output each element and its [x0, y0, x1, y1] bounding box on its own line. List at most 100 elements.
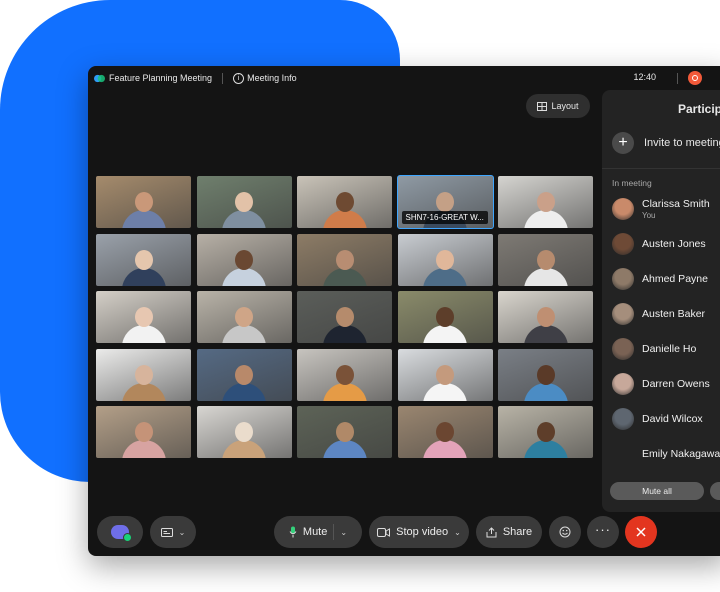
plus-icon: + [612, 132, 634, 154]
avatar [612, 373, 634, 395]
stop-video-label: Stop video [396, 526, 449, 538]
video-tile[interactable] [397, 348, 493, 401]
video-tile[interactable] [297, 176, 392, 228]
captions-icon [160, 527, 173, 537]
video-grid: SHN7-16-GREAT W... [96, 175, 593, 458]
participant-name: Emily Nakagawa [642, 448, 720, 460]
video-tile[interactable] [196, 348, 292, 401]
ai-assistant-button[interactable] [97, 516, 143, 548]
participant-head [536, 249, 555, 270]
participant-item[interactable]: Austen Jones [612, 233, 706, 255]
panel-title: Participants [678, 102, 720, 116]
layout-label: Layout [551, 101, 579, 111]
participant-item[interactable]: Emily Nakagawa [612, 443, 720, 465]
avatar [612, 268, 634, 290]
participant-text: Austen Jones [642, 238, 706, 250]
video-tile[interactable] [96, 176, 191, 228]
tile-name-label: SHN7-16-GREAT W... [401, 211, 488, 224]
participant-head [536, 307, 555, 327]
title-divider-right [677, 73, 678, 84]
video-tile[interactable] [397, 233, 493, 286]
share-button[interactable]: Share [476, 516, 542, 548]
mute-button[interactable]: Mute ⌄ [274, 516, 362, 548]
ai-assistant-icon [111, 525, 132, 542]
participant-head [134, 422, 153, 442]
participant-head [436, 364, 454, 385]
chevron-down-icon[interactable]: ⌄ [340, 528, 347, 537]
participant-name: David Wilcox [642, 413, 703, 425]
avatar [612, 338, 634, 360]
stop-video-button[interactable]: Stop video ⌄ [369, 516, 469, 548]
layout-button[interactable]: Layout [526, 94, 590, 118]
participant-text: Austen Baker [642, 308, 705, 320]
panel-divider [602, 168, 720, 169]
video-tile[interactable] [196, 176, 292, 228]
unmute-all-button[interactable] [710, 482, 720, 500]
participant-item[interactable]: Ahmed Payne [612, 268, 708, 290]
reactions-button[interactable] [549, 516, 581, 548]
participant-head [134, 249, 153, 270]
participant-head [335, 249, 354, 270]
video-tile[interactable] [297, 348, 392, 401]
video-tile[interactable] [96, 291, 191, 343]
control-bar: ⌄ Mute ⌄ Stop video ⌄ Share ··· [88, 512, 720, 556]
mute-all-button[interactable]: Mute all [610, 482, 704, 500]
video-tile[interactable] [96, 348, 191, 401]
participant-text: David Wilcox [642, 413, 703, 425]
video-tile[interactable] [297, 291, 392, 343]
participant-item[interactable]: Darren Owens [612, 373, 710, 395]
participant-name: Ahmed Payne [642, 273, 708, 285]
participant-head [536, 364, 555, 385]
participant-item[interactable]: Danielle Ho [612, 338, 696, 360]
video-tile[interactable] [297, 406, 392, 458]
button-divider [333, 524, 335, 540]
mute-label: Mute [302, 526, 328, 538]
video-camera-icon [377, 527, 391, 537]
participant-head [436, 422, 454, 442]
participant-item[interactable]: David Wilcox [612, 408, 703, 430]
chevron-down-icon[interactable]: ⌄ [454, 528, 461, 537]
video-tile[interactable]: SHN7-16-GREAT W... [396, 175, 494, 229]
info-icon[interactable]: i [233, 72, 245, 84]
video-tile[interactable] [196, 233, 292, 286]
participant-name: Danielle Ho [642, 343, 697, 355]
video-tile[interactable] [498, 291, 593, 343]
participant-text: Ahmed Payne [642, 273, 708, 285]
webex-logo-icon [94, 74, 105, 82]
video-tile[interactable] [498, 406, 593, 458]
video-tile[interactable] [397, 406, 493, 458]
video-tile[interactable] [96, 233, 191, 286]
participant-head [235, 422, 253, 442]
video-tile[interactable] [196, 291, 292, 343]
video-tile[interactable] [96, 406, 191, 458]
participant-head [335, 307, 354, 327]
recording-icon[interactable] [688, 71, 702, 85]
participants-panel: Participants + Invite to meeting In meet… [602, 90, 720, 512]
video-tile[interactable] [498, 348, 593, 401]
end-call-button[interactable] [625, 516, 657, 548]
participant-item[interactable]: Clarissa Smith You [612, 198, 710, 220]
participant-head [235, 192, 253, 212]
section-label: In meeting [612, 178, 652, 188]
video-tile[interactable] [297, 233, 392, 286]
participant-name: Clarissa Smith [642, 198, 710, 210]
participant-name: Austen Baker [642, 308, 706, 320]
avatar [612, 408, 634, 430]
video-tile[interactable] [196, 406, 292, 458]
video-tile[interactable] [397, 291, 493, 343]
video-tile[interactable] [498, 176, 593, 228]
smiley-icon [559, 526, 571, 538]
participant-subtitle: You [642, 211, 656, 220]
participant-item[interactable]: Austen Baker [612, 303, 705, 325]
participant-text: Darren Owens [642, 378, 710, 390]
video-tile[interactable] [498, 233, 593, 286]
layout-grid-icon [537, 101, 548, 111]
participant-head [536, 192, 555, 212]
participant-head [335, 422, 354, 442]
meeting-info-link[interactable]: Meeting Info [247, 73, 297, 83]
invite-button[interactable]: + Invite to meeting [612, 132, 720, 154]
participant-head [134, 364, 153, 385]
more-options-button[interactable]: ··· [587, 516, 619, 548]
participant-head [235, 364, 253, 385]
captions-button[interactable]: ⌄ [150, 516, 196, 548]
